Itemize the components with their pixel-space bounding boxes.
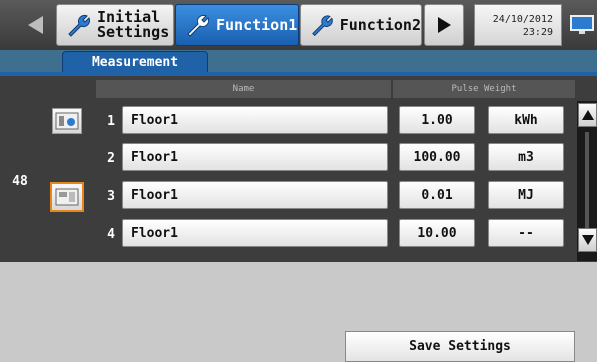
name-field[interactable]: Floor1: [122, 106, 388, 134]
gas-meter-icon: [55, 188, 79, 206]
tab-function2[interactable]: Function2: [300, 4, 422, 46]
left-arrow-icon: [28, 16, 43, 34]
name-field[interactable]: Floor1: [122, 143, 388, 171]
row-number: 1: [107, 114, 115, 129]
name-field-value: Floor1: [131, 149, 178, 165]
tab-measurement-label: Measurement: [91, 54, 179, 70]
date-text: 24/10/2012: [492, 14, 553, 25]
display-button[interactable]: [566, 4, 597, 46]
wrench-icon: [68, 14, 91, 37]
scroll-down-button[interactable]: [578, 228, 597, 252]
unit-field[interactable]: --: [488, 219, 564, 247]
pulse-weight-field[interactable]: 1.00: [399, 106, 475, 134]
unit-value: kWh: [514, 112, 538, 128]
tab-measurement[interactable]: Measurement: [62, 51, 208, 72]
name-field[interactable]: Floor1: [122, 181, 388, 209]
row-number: 3: [107, 189, 115, 204]
wrench-icon: [187, 14, 210, 37]
column-header-pulse-weight-label: Pulse Weight: [451, 84, 517, 94]
pulse-weight-field[interactable]: 100.00: [399, 143, 475, 171]
monitor-icon: [569, 15, 594, 34]
down-arrow-icon: [581, 235, 594, 245]
row-number: 2: [107, 151, 115, 166]
tab-initial-settings[interactable]: Initial Settings: [56, 4, 174, 46]
pulse-weight-value: 1.00: [421, 112, 453, 128]
column-header-pulse-weight: Pulse Weight: [393, 80, 575, 98]
name-field-value: Floor1: [131, 225, 178, 241]
tab-function1[interactable]: Function1: [175, 4, 299, 46]
unit-value: m3: [518, 149, 534, 165]
wrench-icon: [312, 15, 333, 37]
unit-field[interactable]: kWh: [488, 106, 564, 134]
time-text: 23:29: [522, 27, 553, 38]
tab-function2-label: Function2: [339, 15, 421, 34]
prev-button[interactable]: [16, 4, 56, 46]
column-header-name-label: Name: [232, 84, 255, 94]
save-settings-button[interactable]: Save Settings: [345, 331, 575, 362]
scroll-up-button[interactable]: [578, 103, 597, 127]
tab-label-line2: Settings: [97, 23, 170, 41]
unit-field[interactable]: MJ: [488, 181, 564, 209]
pulse-weight-value: 0.01: [421, 187, 453, 203]
water-meter-icon: [55, 112, 79, 130]
scroll-track[interactable]: [585, 132, 589, 228]
right-arrow-icon: [438, 17, 451, 33]
pulse-weight-value: 100.00: [413, 149, 461, 165]
gas-meter-icon-button[interactable]: [50, 182, 84, 212]
name-field-value: Floor1: [131, 112, 178, 128]
group-number: 48: [0, 100, 40, 262]
clock-display: 24/10/2012 23:29: [474, 4, 562, 46]
unit-value: MJ: [518, 187, 534, 203]
pulse-weight-value: 10.00: [417, 225, 457, 241]
column-header-name: Name: [96, 80, 391, 98]
tab-initial-settings-label: Initial Settings: [97, 10, 169, 40]
name-field[interactable]: Floor1: [122, 219, 388, 247]
name-field-value: Floor1: [131, 187, 178, 203]
group-number-label: 48: [12, 173, 28, 189]
tab-function1-label: Function1: [216, 15, 298, 34]
save-settings-label: Save Settings: [409, 339, 511, 354]
water-meter-icon-button[interactable]: [52, 108, 82, 134]
row-number: 4: [107, 227, 115, 242]
pulse-weight-field[interactable]: 0.01: [399, 181, 475, 209]
pulse-weight-field[interactable]: 10.00: [399, 219, 475, 247]
unit-field[interactable]: m3: [488, 143, 564, 171]
unit-value: --: [518, 225, 534, 241]
next-button[interactable]: [424, 4, 464, 46]
up-arrow-icon: [581, 110, 594, 120]
